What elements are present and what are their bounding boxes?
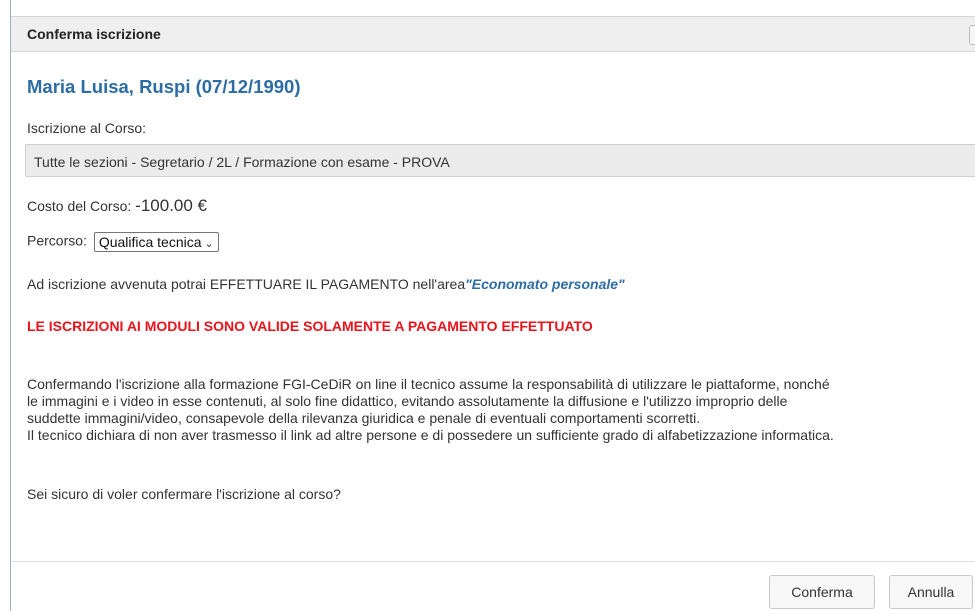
cost-value: -100.00 € bbox=[135, 196, 208, 215]
path-selected-value: Qualifica tecnica bbox=[98, 234, 202, 250]
course-field: Tutte le sezioni - Segretario / 2L / For… bbox=[25, 144, 975, 177]
path-row: Percorso: Qualifica tecnica ⌄ bbox=[27, 232, 219, 252]
close-button[interactable] bbox=[969, 25, 975, 45]
course-value: Tutte le sezioni - Segretario / 2L / For… bbox=[34, 154, 450, 170]
cost-row: Costo del Corso: -100.00 € bbox=[27, 196, 207, 216]
path-label: Percorso: bbox=[27, 232, 91, 249]
disclaimer-text: Confermando l'iscrizione alla formazione… bbox=[27, 376, 975, 444]
dialog-title: Conferma iscrizione bbox=[27, 26, 161, 42]
disclaimer-line: le immagini e i video in esse contenuti,… bbox=[27, 393, 788, 409]
path-select[interactable]: Qualifica tecnica ⌄ bbox=[93, 232, 219, 252]
payment-text: Ad iscrizione avvenuta potrai EFFETTUARE… bbox=[27, 276, 466, 292]
confirm-question: Sei sicuro di voler confermare l'iscrizi… bbox=[27, 486, 341, 502]
disclaimer-line: Confermando l'iscrizione alla formazione… bbox=[27, 376, 830, 392]
disclaimer-line: Il tecnico dichiara di non aver trasmess… bbox=[27, 427, 834, 443]
economato-link[interactable]: "Economato personale" bbox=[465, 276, 625, 292]
student-name: Maria Luisa, Ruspi (07/12/1990) bbox=[27, 76, 301, 97]
course-label: Iscrizione al Corso: bbox=[27, 120, 147, 136]
disclaimer-line: suddette immagini/video, consapevole del… bbox=[27, 410, 701, 426]
cost-label: Costo del Corso: bbox=[27, 198, 136, 214]
payment-warning: LE ISCRIZIONI AI MODULI SONO VALIDE SOLA… bbox=[27, 318, 593, 334]
chevron-down-icon: ⌄ bbox=[204, 238, 214, 250]
payment-row: Ad iscrizione avvenuta potrai EFFETTUARE… bbox=[27, 276, 625, 292]
footer-divider bbox=[11, 561, 975, 562]
enrollment-dialog: Conferma iscrizione Maria Luisa, Ruspi (… bbox=[10, 0, 975, 611]
dialog-titlebar: Conferma iscrizione bbox=[11, 16, 975, 52]
cancel-button[interactable]: Annulla bbox=[889, 575, 973, 609]
confirm-button[interactable]: Conferma bbox=[769, 575, 875, 609]
